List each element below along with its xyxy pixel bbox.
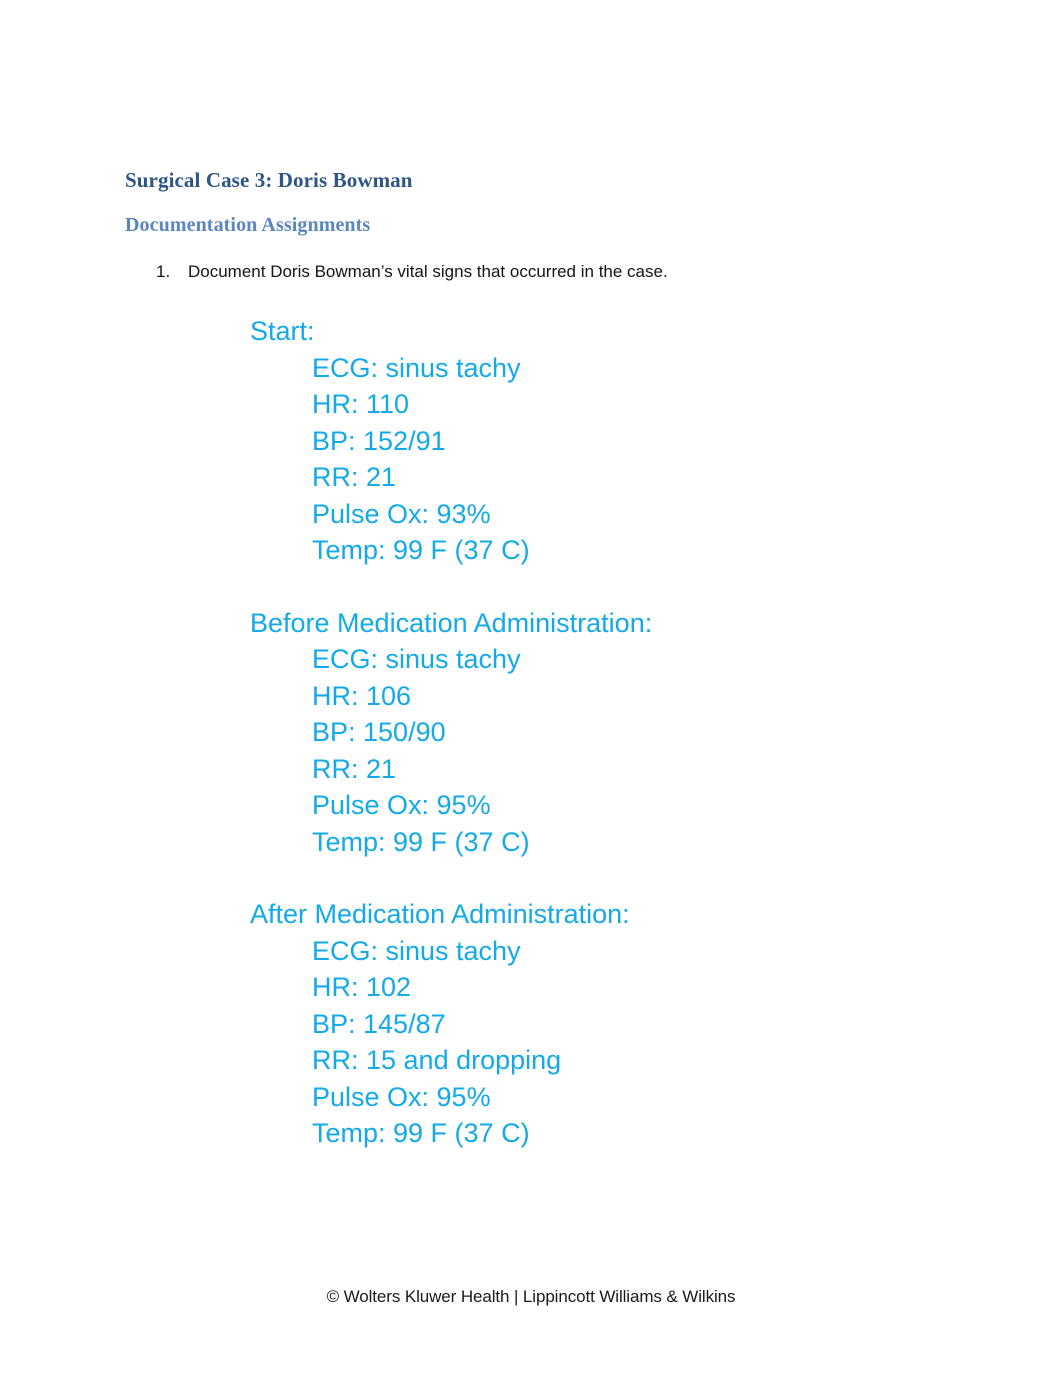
vital-signs-block-heading: After Medication Administration: xyxy=(250,899,630,929)
vital-signs-container: Start: ECG: sinus tachy HR: 110 BP: 152/91 R… xyxy=(250,313,1010,1152)
vital-signs-line-list: ECG: sinus tachy HR: 110 BP: 152/91 RR: 21 P… xyxy=(250,350,1010,569)
vital-sign-line: HR: 110 xyxy=(312,389,410,419)
page-title: Surgical Case 3: Doris Bowman xyxy=(125,168,413,192)
vital-sign-line: Temp: 99 F (37 C) xyxy=(312,535,530,565)
vital-sign-line: HR: 102 xyxy=(312,972,412,1002)
vital-signs-line-list: ECG: sinus tachy HR: 106 BP: 150/90 RR: 21 P… xyxy=(250,641,1010,860)
task-list: 1. Document Doris Bowman’s vital signs th… xyxy=(125,260,925,284)
section-subtitle: Documentation Assignments xyxy=(125,214,371,236)
vital-signs-block-heading: Start: xyxy=(250,316,315,346)
vital-signs-block: After Medication Administration: ECG: sin… xyxy=(250,896,1010,1152)
vital-signs-line-list: ECG: sinus tachy HR: 102 BP: 145/87 RR: 15 … xyxy=(250,933,1010,1152)
vital-sign-line: Temp: 99 F (37 C) xyxy=(312,826,530,857)
vital-signs-block: Start: ECG: sinus tachy HR: 110 BP: 152/91 R… xyxy=(250,313,1010,569)
vital-sign-line: Pulse Ox: 95% xyxy=(312,1081,491,1112)
list-item: 1. Document Doris Bowman’s vital signs th… xyxy=(125,260,925,284)
page-footer: © Wolters Kluwer Health | Lippincott Wil… xyxy=(326,1287,736,1306)
list-item-number: 1. xyxy=(156,262,171,281)
vital-sign-line: RR: 21 xyxy=(312,753,397,784)
document-page: Surgical Case 3: Doris Bowman Documentat… xyxy=(0,0,1062,1377)
list-item-label: Document Doris Bowman’s vital signs that… xyxy=(188,262,668,281)
vital-sign-line: BP: 152/91 xyxy=(312,425,446,456)
vital-sign-line: Temp: 99 F (37 C) xyxy=(312,1118,530,1148)
vital-sign-line: Pulse Ox: 95% xyxy=(312,790,491,820)
vital-sign-line: ECG: sinus tachy xyxy=(312,352,521,383)
vital-sign-line: ECG: sinus tachy xyxy=(312,935,521,966)
vital-signs-block: Before Medication Administration: ECG: si… xyxy=(250,605,1010,861)
vital-sign-line: BP: 150/90 xyxy=(312,717,446,747)
vital-sign-line: Pulse Ox: 93% xyxy=(312,498,491,529)
vital-sign-line: RR: 15 and dropping xyxy=(312,1045,562,1075)
vital-signs-block-heading: Before Medication Administration: xyxy=(250,607,653,638)
vital-sign-line: HR: 106 xyxy=(312,680,412,711)
vital-sign-line: ECG: sinus tachy xyxy=(312,644,521,674)
vital-sign-line: BP: 145/87 xyxy=(312,1008,446,1039)
vital-sign-line: RR: 21 xyxy=(312,462,397,492)
